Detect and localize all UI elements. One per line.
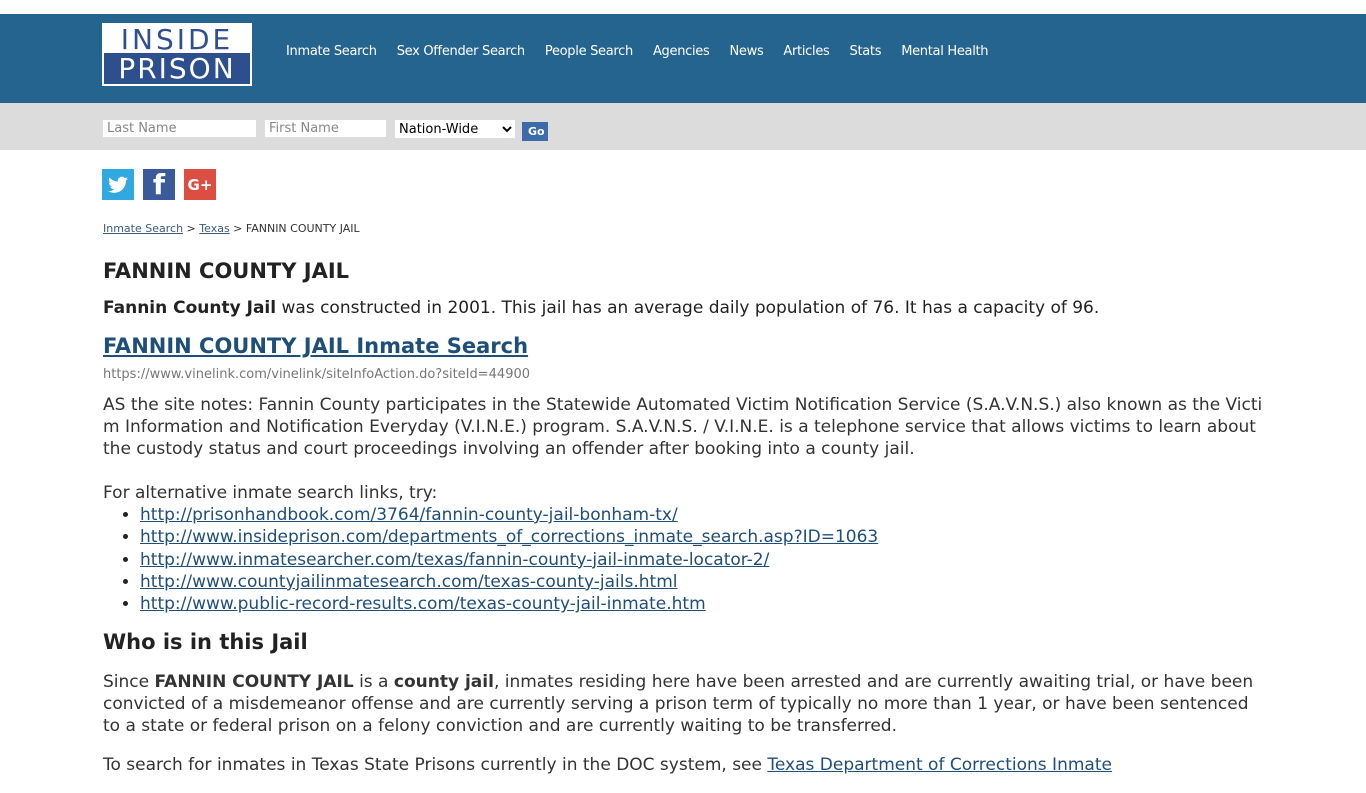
google-plus-button[interactable]: G+	[184, 169, 216, 200]
who-text: Since	[103, 672, 155, 693]
site-header: INSIDE PRISON Inmate Search Sex Offender…	[0, 14, 1366, 103]
twitter-button[interactable]	[102, 169, 134, 200]
breadcrumb-inmate-search[interactable]: Inmate Search	[103, 222, 183, 235]
list-item: http://prisonhandbook.com/3764/fannin-co…	[140, 504, 1263, 526]
who-paragraph: Since FANNIN COUNTY JAIL is a county jai…	[103, 671, 1263, 737]
intro-text: was constructed in 2001. This jail has a…	[276, 298, 1100, 318]
alt-link[interactable]: http://www.public-record-results.com/tex…	[140, 594, 706, 614]
doc-search-paragraph: To search for inmates in Texas State Pri…	[103, 754, 1263, 776]
intro-paragraph: Fannin County Jail was constructed in 20…	[103, 297, 1263, 319]
intro-bold: Fannin County Jail	[103, 298, 277, 318]
alt-link[interactable]: http://www.inmatesearcher.com/texas/fann…	[140, 550, 769, 570]
top-strip	[0, 0, 1366, 14]
nav-inmate-search[interactable]: Inmate Search	[286, 44, 377, 59]
social-links: f G+	[102, 168, 225, 201]
nav-news[interactable]: News	[729, 44, 763, 59]
nav-sex-offender-search[interactable]: Sex Offender Search	[397, 44, 525, 59]
first-name-input[interactable]	[264, 119, 387, 138]
logo-line-1: INSIDE	[104, 25, 250, 55]
nav-articles[interactable]: Articles	[783, 44, 829, 59]
alt-link[interactable]: http://www.insideprison.com/departments_…	[140, 527, 878, 547]
nav-stats[interactable]: Stats	[850, 44, 882, 59]
search-bar: Nation-Wide Go	[0, 103, 1366, 150]
breadcrumb-separator: >	[186, 222, 196, 235]
alt-link[interactable]: http://prisonhandbook.com/3764/fannin-co…	[140, 505, 678, 525]
breadcrumb-separator: >	[233, 222, 243, 235]
nav-mental-health[interactable]: Mental Health	[901, 44, 988, 59]
who-bold-name: FANNIN COUNTY JAIL	[154, 672, 354, 693]
breadcrumb-texas[interactable]: Texas	[199, 222, 229, 235]
alternative-links-list: http://prisonhandbook.com/3764/fannin-co…	[103, 504, 1263, 615]
alt-link[interactable]: http://www.countyjailinmatesearch.com/te…	[140, 572, 677, 592]
inmate-search-link[interactable]: FANNIN COUNTY JAIL Inmate Search	[103, 334, 528, 358]
breadcrumb-current: FANNIN COUNTY JAIL	[245, 222, 360, 235]
nav-agencies[interactable]: Agencies	[653, 44, 710, 59]
main-content: Inmate Search > Texas > FANNIN COUNTY JA…	[103, 222, 1263, 793]
nav-people-search[interactable]: People Search	[545, 44, 633, 59]
list-item: http://www.insideprison.com/departments_…	[140, 526, 1263, 548]
breadcrumb: Inmate Search > Texas > FANNIN COUNTY JA…	[103, 222, 1263, 235]
doc-search-link[interactable]: Texas Department of Corrections Inmate	[767, 755, 1112, 775]
logo-line-2: PRISON	[104, 53, 250, 85]
doc-search-text: To search for inmates in Texas State Pri…	[103, 755, 768, 776]
site-logo[interactable]: INSIDE PRISON	[102, 23, 252, 86]
inmate-search-heading: FANNIN COUNTY JAIL Inmate Search	[103, 333, 1263, 359]
inmate-search-url: https://www.vinelink.com/vinelink/siteIn…	[103, 367, 531, 382]
facebook-button[interactable]: f	[143, 168, 175, 201]
facebook-icon: f	[152, 168, 166, 201]
list-item: http://www.public-record-results.com/tex…	[140, 593, 1263, 615]
scope-select[interactable]: Nation-Wide	[394, 119, 516, 139]
go-button[interactable]: Go	[522, 122, 548, 141]
who-bold-type: county jail	[393, 672, 494, 693]
page-title: FANNIN COUNTY JAIL	[103, 259, 350, 283]
twitter-icon	[108, 176, 128, 193]
who-heading: Who is in this Jail	[103, 630, 308, 655]
alternative-links-intro: For alternative inmate search links, try…	[103, 483, 438, 503]
site-notes: AS the site notes: Fannin County partici…	[103, 395, 1263, 459]
google-plus-icon: G+	[187, 175, 213, 194]
list-item: http://www.inmatesearcher.com/texas/fann…	[140, 549, 1263, 571]
who-text: is a	[353, 672, 394, 693]
main-nav: Inmate Search Sex Offender Search People…	[286, 44, 1008, 59]
last-name-input[interactable]	[102, 119, 257, 138]
list-item: http://www.countyjailinmatesearch.com/te…	[140, 571, 1263, 593]
